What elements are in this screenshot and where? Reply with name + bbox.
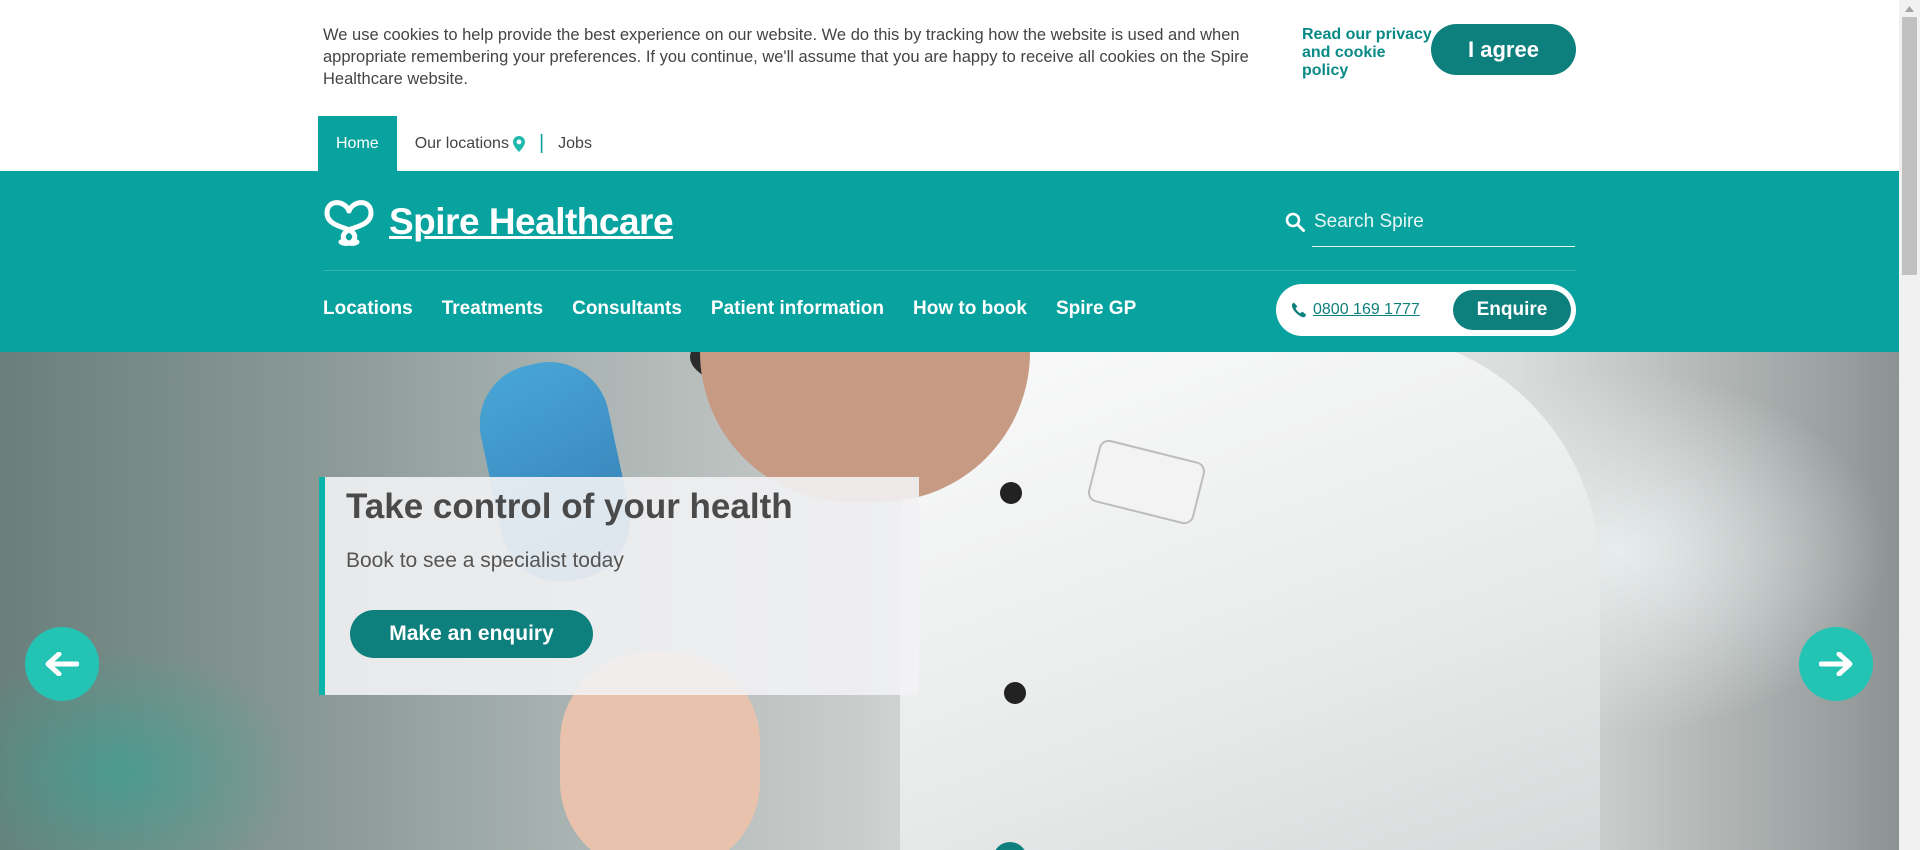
agree-cookies-button[interactable]: I agree <box>1431 24 1576 75</box>
page-scrollbar[interactable] <box>1899 0 1920 850</box>
search-box <box>1278 197 1576 247</box>
jacket-button <box>1004 682 1026 704</box>
util-nav-separator: | <box>538 132 545 154</box>
hero-subtitle: Book to see a specialist today <box>346 549 624 572</box>
hero-promo-card: Take control of your health Book to see … <box>319 477 919 695</box>
nav-consultants[interactable]: Consultants <box>572 298 682 320</box>
scroll-up-icon[interactable] <box>1899 0 1920 17</box>
site-header: Spire Healthcare Locations Treatments Co… <box>0 171 1899 352</box>
search-icon[interactable] <box>1278 212 1312 232</box>
cookie-policy-link[interactable]: Read our privacy and cookie policy <box>1302 26 1432 80</box>
carousel-prev-button[interactable] <box>25 627 99 701</box>
heart-logo-icon <box>323 196 375 248</box>
carousel-next-button[interactable] <box>1799 627 1873 701</box>
util-nav-home[interactable]: Home <box>318 116 397 171</box>
arrow-left-icon <box>45 652 79 676</box>
contact-pill: 0800 169 1777 Enquire <box>1276 284 1576 336</box>
util-nav-locations[interactable]: Our locations <box>397 116 525 171</box>
spire-logo[interactable]: Spire Healthcare <box>323 196 674 248</box>
hero-banner: Take control of your health Book to see … <box>0 352 1899 850</box>
phone-link[interactable]: 0800 169 1777 <box>1291 284 1420 336</box>
scrollbar-thumb[interactable] <box>1902 17 1917 275</box>
main-nav: Locations Treatments Consultants Patient… <box>323 298 1136 320</box>
cookie-message: We use cookies to help provide the best … <box>323 26 1249 88</box>
cookie-banner: We use cookies to help provide the best … <box>0 0 1899 116</box>
jacket-button <box>1000 482 1022 504</box>
arrow-right-icon <box>1819 652 1853 676</box>
search-input[interactable] <box>1312 197 1575 247</box>
header-divider <box>323 270 1576 271</box>
make-enquiry-button[interactable]: Make an enquiry <box>350 610 593 658</box>
nav-how-to-book[interactable]: How to book <box>913 298 1027 320</box>
nav-locations[interactable]: Locations <box>323 298 413 320</box>
jacket-embroidery <box>1081 517 1228 648</box>
utility-nav: Home Our locations | Jobs <box>318 116 592 171</box>
nav-treatments[interactable]: Treatments <box>442 298 543 320</box>
nav-patient-information[interactable]: Patient information <box>711 298 884 320</box>
nav-spire-gp[interactable]: Spire GP <box>1056 298 1136 320</box>
phone-icon <box>1291 302 1307 318</box>
brand-name: Spire Healthcare <box>389 201 674 242</box>
hero-title: Take control of your health <box>346 487 793 526</box>
phone-number: 0800 169 1777 <box>1313 301 1420 318</box>
map-pin-icon <box>512 135 525 152</box>
util-nav-jobs[interactable]: Jobs <box>558 116 592 171</box>
util-nav-locations-label: Our locations <box>414 134 509 152</box>
enquire-button[interactable]: Enquire <box>1453 290 1571 330</box>
